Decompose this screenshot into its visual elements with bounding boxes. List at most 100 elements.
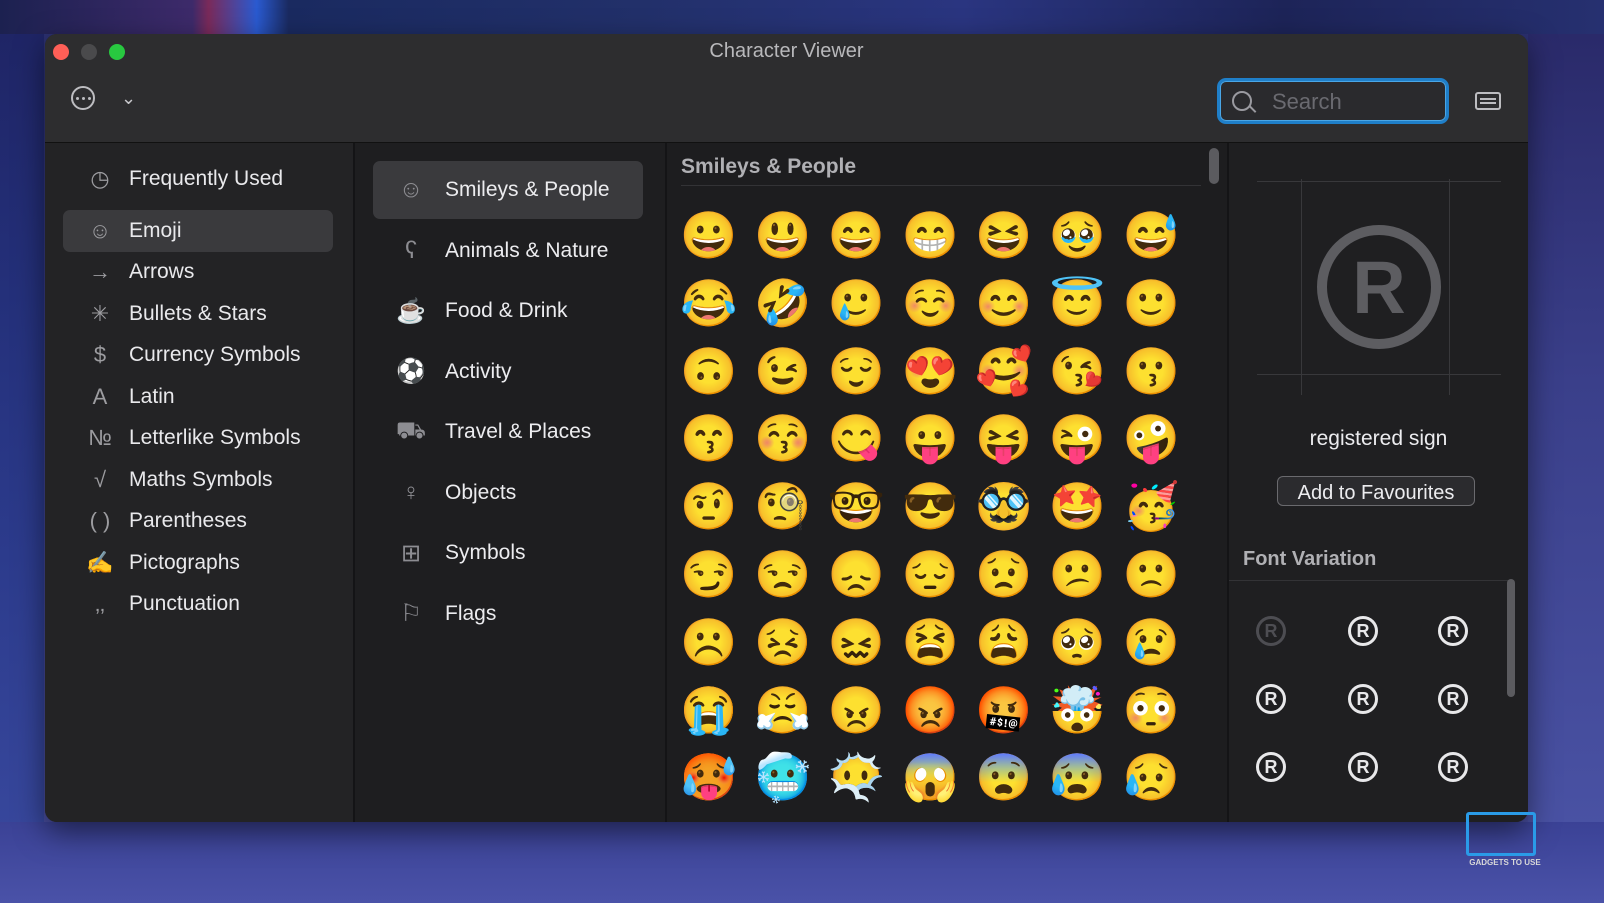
font-variation-item[interactable]: R xyxy=(1433,611,1473,651)
category-item[interactable]: $ Currency Symbols xyxy=(63,334,333,376)
category-item[interactable]: ✳ Bullets & Stars xyxy=(63,293,333,335)
font-variation-item[interactable]: R xyxy=(1343,747,1383,787)
emoji-cell[interactable]: 😱 xyxy=(898,745,962,809)
emoji-cell[interactable]: 🥳 xyxy=(1119,474,1183,538)
emoji-cell[interactable]: 😃 xyxy=(751,203,815,267)
add-to-favourites-button[interactable]: Add to Favourites xyxy=(1277,476,1475,506)
emoji-cell[interactable]: 🥶 xyxy=(751,745,815,809)
emoji-cell[interactable]: ☺️ xyxy=(898,271,962,335)
emoji-cell[interactable]: 😍 xyxy=(898,339,962,403)
emoji-cell[interactable]: 🤪 xyxy=(1119,406,1183,470)
font-variation-item[interactable]: R xyxy=(1343,611,1383,651)
subcategory-item[interactable]: ☺ Smileys & People xyxy=(373,161,643,219)
emoji-cell[interactable]: 😌 xyxy=(824,339,888,403)
emoji-cell[interactable]: 😎 xyxy=(898,474,962,538)
emoji-cell[interactable]: 😉 xyxy=(751,339,815,403)
category-item[interactable]: A Latin xyxy=(63,376,333,418)
font-variation-item[interactable]: R xyxy=(1251,679,1291,719)
category-item[interactable]: ◷ Frequently Used xyxy=(63,158,333,200)
emoji-cell[interactable]: 😗 xyxy=(1119,339,1183,403)
emoji-cell[interactable]: 😠 xyxy=(824,678,888,742)
emoji-cell[interactable]: 🙂 xyxy=(1119,271,1183,335)
emoji-cell[interactable]: 😖 xyxy=(824,610,888,674)
emoji-cell[interactable]: 😫 xyxy=(898,610,962,674)
emoji-cell[interactable]: ☹️ xyxy=(677,610,741,674)
emoji-cell[interactable]: 😙 xyxy=(677,406,741,470)
subcategory-item[interactable]: ʕ Animals & Nature xyxy=(373,222,643,280)
emoji-cell[interactable]: 😊 xyxy=(972,271,1036,335)
emoji-cell[interactable]: 😢 xyxy=(1119,610,1183,674)
subcategory-item[interactable]: ☕ Food & Drink xyxy=(373,282,643,340)
emoji-cell[interactable]: 😔 xyxy=(898,542,962,606)
emoji-cell[interactable]: 😅 xyxy=(1119,203,1183,267)
emoji-cell[interactable]: 🥸 xyxy=(972,474,1036,538)
emoji-cell[interactable]: 😥 xyxy=(1119,745,1183,809)
emoji-cell[interactable]: 😶‍🌫️ xyxy=(824,745,888,809)
emoji-cell[interactable]: 🥰 xyxy=(972,339,1036,403)
emoji-cell[interactable]: 🥵 xyxy=(677,745,741,809)
emoji-cell[interactable]: 🥹 xyxy=(1046,203,1110,267)
emoji-cell[interactable]: 😰 xyxy=(1046,745,1110,809)
emoji-cell[interactable]: 😳 xyxy=(1119,678,1183,742)
emoji-cell[interactable]: 🙃 xyxy=(677,339,741,403)
keyboard-viewer-icon[interactable] xyxy=(1475,92,1501,110)
emoji-cell[interactable]: 😤 xyxy=(751,678,815,742)
category-item[interactable]: ( ) Parentheses xyxy=(63,500,333,542)
emoji-cell[interactable]: 🙁 xyxy=(1119,542,1183,606)
emoji-cell[interactable]: 🤨 xyxy=(677,474,741,538)
subcategory-item[interactable]: ⊞ Symbols xyxy=(373,524,643,582)
emoji-cell[interactable]: 😩 xyxy=(972,610,1036,674)
font-variation-item[interactable]: R xyxy=(1251,611,1291,651)
emoji-cell[interactable]: 🥺 xyxy=(1046,610,1110,674)
emoji-cell[interactable]: 😕 xyxy=(1046,542,1110,606)
emoji-cell[interactable]: 😄 xyxy=(824,203,888,267)
subcategory-item[interactable]: ⚽ Activity xyxy=(373,343,643,401)
emoji-cell[interactable]: 🤩 xyxy=(1046,474,1110,538)
category-item[interactable]: → Arrows xyxy=(63,251,333,293)
emoji-cell[interactable]: 😇 xyxy=(1046,271,1110,335)
emoji-cell[interactable]: 😀 xyxy=(677,203,741,267)
emoji-cell[interactable]: 😁 xyxy=(898,203,962,267)
font-variation-item[interactable]: R xyxy=(1433,679,1473,719)
emoji-cell[interactable]: 😂 xyxy=(677,271,741,335)
font-variation-item[interactable]: R xyxy=(1343,679,1383,719)
emoji-cell[interactable]: 🤬 xyxy=(972,678,1036,742)
emoji-cell[interactable]: 🤣 xyxy=(751,271,815,335)
chevron-down-icon[interactable]: ⌄ xyxy=(121,88,136,109)
emoji-cell[interactable]: 😞 xyxy=(824,542,888,606)
emoji-cell[interactable]: 😝 xyxy=(972,406,1036,470)
category-item[interactable]: ✍ Pictographs xyxy=(63,542,333,584)
more-options-icon[interactable] xyxy=(71,86,95,110)
subcategory-item[interactable]: ⚐ Flags xyxy=(373,585,643,643)
category-item[interactable]: √ Maths Symbols xyxy=(63,459,333,501)
emoji-cell[interactable]: 🤯 xyxy=(1046,678,1110,742)
emoji-cell[interactable]: 😨 xyxy=(972,745,1036,809)
subcategory-item[interactable]: ⛟ Travel & Places xyxy=(373,403,643,461)
search-field[interactable] xyxy=(1217,78,1449,124)
emoji-cell[interactable]: 😡 xyxy=(898,678,962,742)
emoji-cell[interactable]: 🤓 xyxy=(824,474,888,538)
emoji-cell[interactable]: 😛 xyxy=(898,406,962,470)
emoji-cell[interactable]: 😭 xyxy=(677,678,741,742)
category-item[interactable]: № Letterlike Symbols xyxy=(63,417,333,459)
emoji-cell[interactable]: 🧐 xyxy=(751,474,815,538)
font-variation-item[interactable]: R xyxy=(1433,747,1473,787)
emoji-cell[interactable]: 🥲 xyxy=(824,271,888,335)
emoji-cell[interactable]: 😒 xyxy=(751,542,815,606)
category-item[interactable]: ‚‚ Punctuation xyxy=(63,583,333,625)
emoji-cell[interactable]: 😟 xyxy=(972,542,1036,606)
grid-scrollbar[interactable] xyxy=(1209,148,1219,184)
font-variation-item[interactable]: R xyxy=(1251,747,1291,787)
emoji-cell[interactable]: 😣 xyxy=(751,610,815,674)
emoji-cell[interactable]: 😆 xyxy=(972,203,1036,267)
emoji-cell[interactable]: 😚 xyxy=(751,406,815,470)
emoji-cell[interactable]: 😘 xyxy=(1046,339,1110,403)
subcategory-item[interactable]: ♀ Objects xyxy=(373,464,643,522)
category-item[interactable]: ☺ Emoji xyxy=(63,210,333,252)
emoji-cell[interactable]: 😏 xyxy=(677,542,741,606)
emoji-cell[interactable]: 😜 xyxy=(1046,406,1110,470)
font-variation-scrollbar[interactable] xyxy=(1507,579,1515,697)
emoji-cell[interactable]: 😋 xyxy=(824,406,888,470)
search-input[interactable] xyxy=(1270,87,1444,117)
category-label: Currency Symbols xyxy=(129,343,301,366)
